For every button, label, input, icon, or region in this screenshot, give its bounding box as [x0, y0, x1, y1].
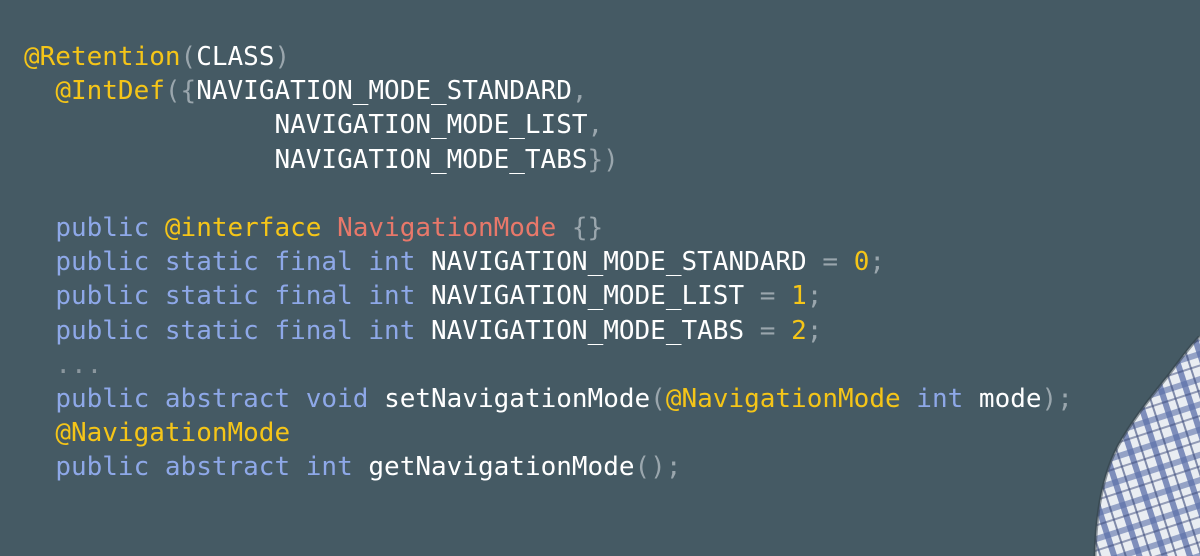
keyword-abstract: abstract	[164, 383, 291, 414]
code-line-6: public @interface NavigationMode {}	[24, 211, 1073, 245]
keyword-public: public	[55, 281, 150, 312]
keyword-public: public	[55, 452, 150, 483]
keyword-abstract: abstract	[164, 452, 291, 483]
code-line-12: @NavigationMode	[24, 416, 1073, 450]
keyword-int: int	[368, 281, 416, 312]
keyword-int: int	[916, 383, 964, 414]
equals: =	[822, 247, 839, 278]
keyword-void: void	[305, 383, 369, 414]
const-list-name: NAVIGATION_MODE_LIST	[431, 281, 745, 312]
code-line-10: ...	[24, 348, 1073, 382]
param-name: mode	[978, 383, 1042, 414]
semicolon: ;	[806, 315, 823, 346]
keyword-public: public	[55, 247, 150, 278]
equals: =	[759, 281, 776, 312]
parens-semicolon: ();	[634, 452, 682, 483]
paren-open: (	[650, 383, 666, 414]
paren-close: )	[274, 42, 291, 72]
equals: =	[759, 315, 776, 346]
keyword-int: int	[305, 452, 353, 483]
const-standard-name: NAVIGATION_MODE_STANDARD	[431, 247, 807, 278]
code-line-9: public static final int NAVIGATION_MODE_…	[24, 314, 1073, 348]
code-block: @Retention(CLASS) @IntDef({NAVIGATION_MO…	[24, 40, 1073, 484]
semicolon: ;	[869, 247, 885, 278]
retention-arg: CLASS	[196, 42, 275, 72]
code-line-13: public abstract int getNavigationMode();	[24, 450, 1073, 484]
param-annotation: @NavigationMode	[665, 383, 901, 414]
keyword-int: int	[368, 315, 416, 346]
empty-braces: {}	[571, 212, 604, 243]
comma: ,	[587, 110, 604, 141]
const-tabs-ref: NAVIGATION_MODE_TABS	[274, 144, 588, 175]
const-standard-ref: NAVIGATION_MODE_STANDARD	[196, 76, 572, 107]
const-tabs-value: 2	[791, 315, 807, 346]
code-line-1: @Retention(CLASS)	[24, 40, 1073, 74]
intdef-annotation: @IntDef	[55, 76, 165, 107]
interface-annotation: @interface	[164, 212, 322, 243]
const-tabs-name: NAVIGATION_MODE_TABS	[431, 315, 745, 346]
keyword-final: final	[274, 247, 353, 278]
semicolon: ;	[806, 281, 823, 312]
keyword-static: static	[164, 315, 259, 346]
class-name: NavigationMode	[337, 212, 557, 243]
retention-annotation: @Retention	[24, 42, 181, 72]
paren-close-semicolon: );	[1041, 383, 1073, 414]
keyword-final: final	[274, 315, 353, 346]
method-annotation: @NavigationMode	[55, 418, 291, 449]
paren-open: (	[180, 42, 197, 72]
code-line-3: NAVIGATION_MODE_LIST,	[24, 108, 1073, 142]
comma: ,	[571, 76, 588, 107]
keyword-public: public	[55, 383, 150, 414]
keyword-final: final	[274, 281, 353, 312]
keyword-public: public	[55, 315, 150, 346]
const-list-ref: NAVIGATION_MODE_LIST	[274, 110, 588, 141]
code-line-11: public abstract void setNavigationMode(@…	[24, 382, 1073, 416]
code-line-4: NAVIGATION_MODE_TABS})	[24, 143, 1073, 177]
ellipsis: ...	[55, 349, 103, 380]
keyword-static: static	[164, 281, 259, 312]
keyword-static: static	[164, 247, 259, 278]
code-line-2: @IntDef({NAVIGATION_MODE_STANDARD,	[24, 74, 1073, 108]
code-line-8: public static final int NAVIGATION_MODE_…	[24, 279, 1073, 313]
keyword-public: public	[55, 212, 150, 243]
brace-open: ({	[164, 76, 197, 107]
const-list-value: 1	[791, 281, 807, 312]
setter-method-name: setNavigationMode	[384, 383, 651, 414]
code-line-7: public static final int NAVIGATION_MODE_…	[24, 245, 1073, 279]
presenter-shirt-icon	[1093, 336, 1200, 556]
keyword-int: int	[368, 247, 416, 278]
const-standard-value: 0	[853, 247, 870, 278]
brace-close: })	[587, 144, 619, 175]
getter-method-name: getNavigationMode	[368, 452, 635, 483]
